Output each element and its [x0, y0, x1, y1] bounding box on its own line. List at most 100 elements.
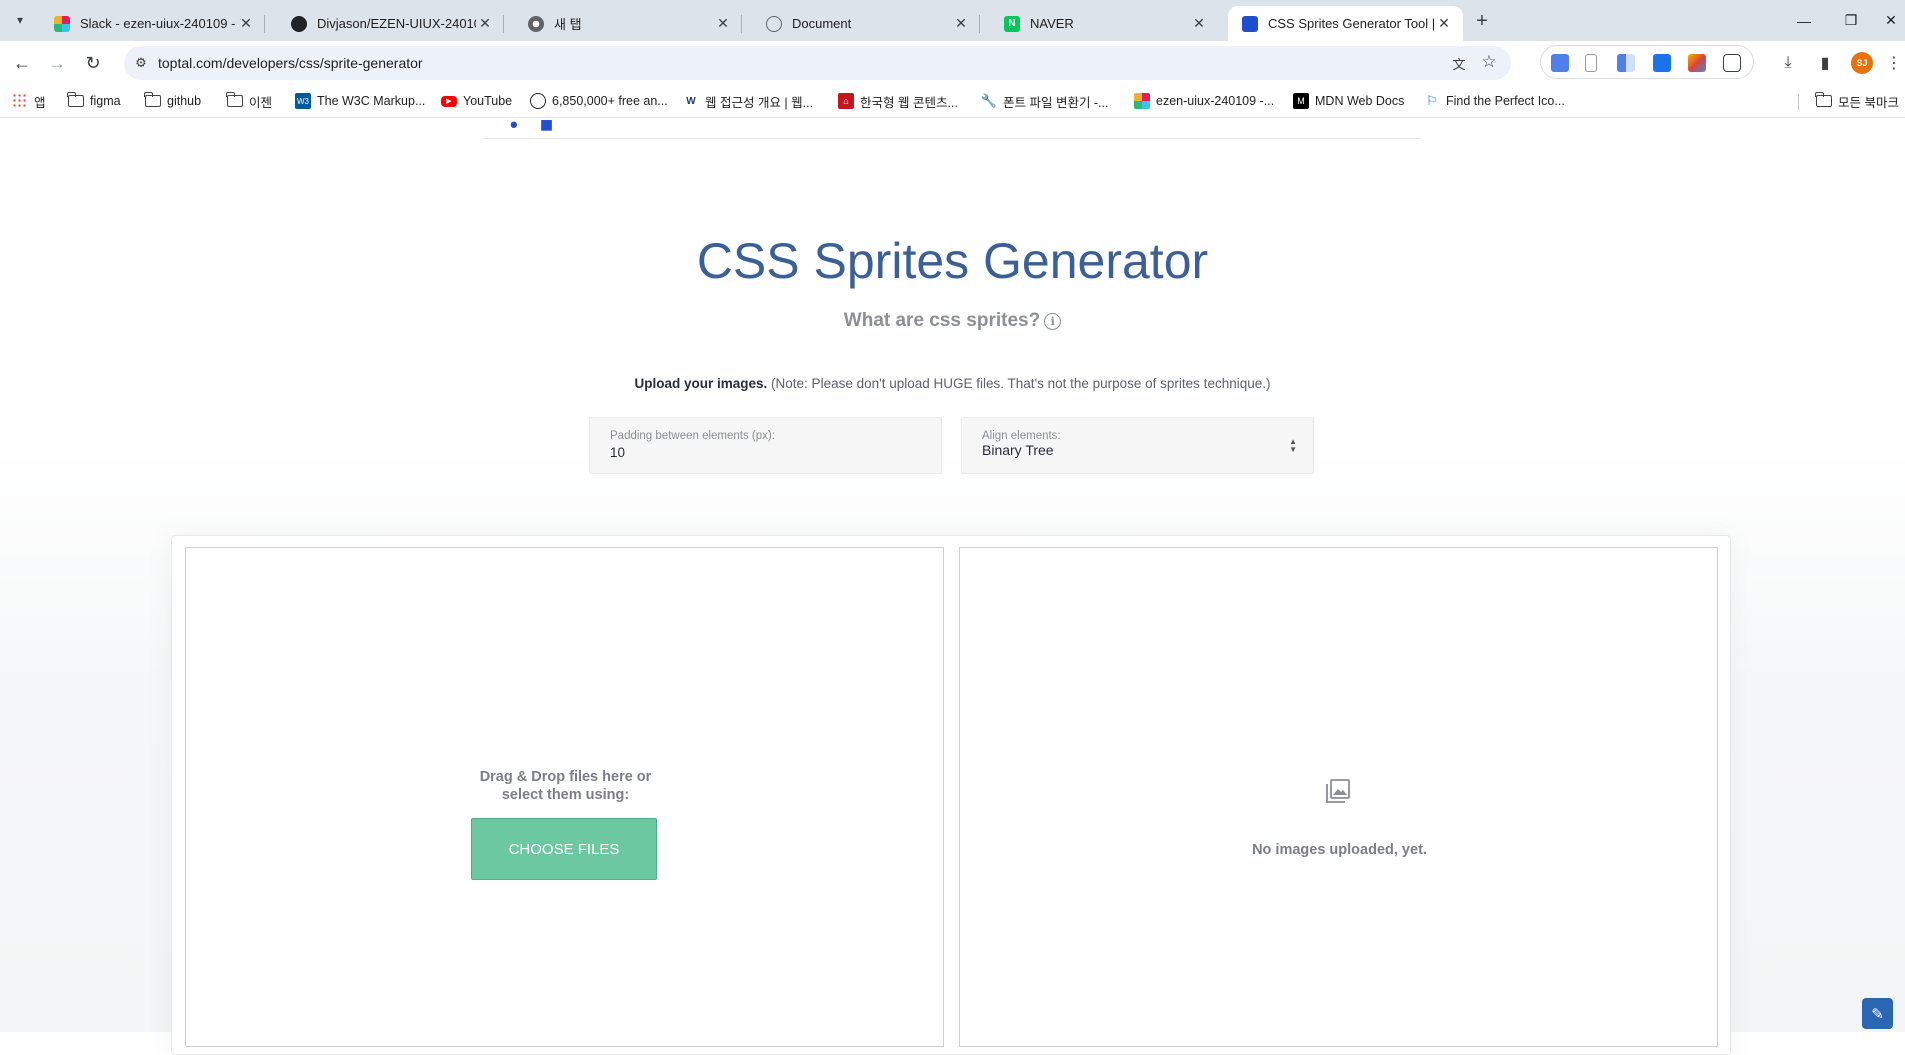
download-icon[interactable]: ⤓	[1776, 51, 1800, 75]
tab-title: CSS Sprites Generator Tool | To	[1268, 16, 1435, 31]
bookmark-flaticon[interactable]: 6,850,000+ free an...	[530, 90, 668, 112]
extension-icon[interactable]	[1688, 54, 1706, 72]
bookmarks-bar: 앱 figma github 이젠 W3 The W3C Markup... ▶…	[0, 85, 1905, 118]
all-bookmarks[interactable]: 모든 북마크	[1815, 90, 1899, 112]
close-icon[interactable]: ✕	[952, 15, 970, 33]
slack-icon	[54, 15, 70, 32]
tab-title: Slack - ezen-uiux-240109 - Wi	[80, 16, 237, 31]
browser-toolbar: ← → ↻ ⚙ toptal.com/developers/css/sprite…	[0, 41, 1905, 85]
translate-icon[interactable]: 文	[1449, 53, 1469, 73]
header-divider	[483, 138, 1420, 139]
extensions-puzzle-icon[interactable]	[1723, 54, 1741, 72]
extension-icon[interactable]	[1617, 54, 1635, 72]
minimize-icon[interactable]: —	[1781, 0, 1827, 41]
bookmark-star-icon[interactable]: ☆	[1479, 52, 1499, 72]
upload-dropzone[interactable]: Drag & Drop files here or select them us…	[185, 547, 944, 1047]
bookmark-label: 6,850,000+ free an...	[552, 94, 668, 108]
upload-note-text: (Note: Please don't upload HUGE files. T…	[767, 376, 1271, 391]
tab-css-sprites-generator[interactable]: CSS Sprites Generator Tool | To ✕	[1228, 6, 1463, 41]
youtube-icon: ▶	[441, 95, 457, 107]
address-bar[interactable]: ⚙ toptal.com/developers/css/sprite-gener…	[124, 46, 1511, 80]
drop-instructions: Drag & Drop files here or select them us…	[186, 768, 945, 804]
kebab-menu-icon[interactable]: ⋮	[1885, 51, 1903, 75]
bookmark-font-converter[interactable]: 🔧 폰트 파일 변환기 -...	[981, 90, 1109, 112]
bookmark-github[interactable]: github	[144, 90, 201, 112]
page-title: CSS Sprites Generator	[696, 233, 1209, 289]
folder-icon	[226, 92, 243, 107]
bookmark-web-accessibility[interactable]: W 웹 접근성 개요 | 웹...	[683, 90, 813, 112]
tab-title: 새 탭	[554, 17, 582, 32]
extensions-group	[1540, 45, 1754, 79]
image-placeholder-icon	[1326, 779, 1350, 803]
info-icon[interactable]: i	[1044, 312, 1062, 330]
close-window-icon[interactable]: ✕	[1868, 0, 1905, 41]
toptal-icon	[1242, 15, 1258, 32]
bookmark-find-icon[interactable]: ⚐ Find the Perfect Ico...	[1424, 90, 1565, 112]
padding-label: Padding between elements (px):	[610, 430, 775, 442]
close-icon[interactable]: ✕	[1190, 15, 1208, 33]
bookmark-label: 앱	[34, 95, 46, 110]
wa-icon: W	[686, 95, 696, 107]
tab-search-chevron-icon[interactable]: ▾	[8, 8, 32, 32]
what-are-sprites-link[interactable]: What are css sprites? i	[0, 310, 1905, 332]
align-selected-value: Binary Tree	[982, 442, 1054, 458]
new-tab-plus-icon[interactable]: +	[1470, 9, 1494, 33]
choose-files-button[interactable]: CHOOSE FILES	[471, 818, 657, 880]
close-icon[interactable]: ✕	[476, 15, 494, 33]
bookmark-ezen[interactable]: 이젠	[226, 90, 273, 112]
close-icon[interactable]: ✕	[237, 15, 255, 33]
mdn-icon: M	[1293, 93, 1309, 109]
subtitle-text: What are css sprites?	[843, 310, 1041, 331]
edit-pen-icon[interactable]: ✎	[1862, 998, 1893, 1029]
select-arrows-icon: ▲ ▼	[1289, 437, 1297, 454]
tab-title: Document	[792, 16, 852, 31]
bookmark-label: figma	[90, 94, 121, 108]
drop-text-line: Drag & Drop files here or	[479, 769, 652, 785]
bookmark-w3c[interactable]: W3 The W3C Markup...	[295, 90, 425, 112]
flaticon-icon	[530, 93, 546, 109]
bookmark-youtube[interactable]: ▶ YouTube	[441, 90, 512, 112]
tab-title: Divjason/EZEN-UIUX-240109	[317, 16, 476, 31]
slack-icon	[1134, 93, 1150, 109]
site-info-icon[interactable]: ⚙	[124, 55, 158, 71]
tab-naver[interactable]: N NAVER ✕	[990, 6, 1218, 41]
bookmark-kwcag[interactable]: ⌂ 한국형 웹 콘텐츠...	[838, 90, 958, 112]
back-arrow-icon[interactable]: ←	[8, 49, 36, 77]
tab-document[interactable]: Document ✕	[752, 6, 980, 41]
close-icon[interactable]: ✕	[714, 15, 732, 33]
naver-icon: N	[1004, 15, 1020, 32]
padding-field[interactable]: Padding between elements (px):	[589, 417, 942, 474]
bookmark-label: Find the Perfect Ico...	[1446, 94, 1565, 108]
w3c-icon: W3	[295, 93, 311, 109]
bookmark-label: 이젠	[249, 95, 273, 110]
padding-input[interactable]	[610, 445, 870, 460]
upload-note: Upload your images. (Note: Please don't …	[0, 376, 1905, 391]
upload-note-bold: Upload your images.	[634, 376, 768, 391]
bookmark-apps[interactable]: 앱	[12, 90, 46, 112]
side-panel-icon[interactable]: ▮	[1813, 51, 1837, 75]
tab-new-tab[interactable]: 새 탭 ✕	[514, 6, 742, 41]
extension-icon[interactable]	[1585, 54, 1597, 72]
extension-icon[interactable]	[1551, 54, 1569, 72]
drop-text-line: select them using:	[501, 787, 630, 803]
profile-avatar[interactable]: SJ	[1851, 52, 1873, 74]
tab-github[interactable]: Divjason/EZEN-UIUX-240109 ✕	[277, 6, 504, 41]
tab-slack[interactable]: Slack - ezen-uiux-240109 - Wi ✕	[40, 6, 265, 41]
forward-arrow-icon[interactable]: →	[43, 49, 71, 77]
github-icon	[291, 15, 307, 32]
apps-grid-icon	[12, 93, 28, 109]
globe-icon	[766, 15, 782, 32]
wrench-icon: 🔧	[980, 93, 998, 108]
bookmark-label: 한국형 웹 콘텐츠...	[860, 95, 958, 110]
reload-icon[interactable]: ↻	[79, 49, 107, 77]
bookmark-figma[interactable]: figma	[67, 90, 121, 112]
close-icon[interactable]: ✕	[1435, 15, 1453, 33]
toptal-logo[interactable]: • ■	[510, 118, 561, 138]
bookmark-mdn[interactable]: M MDN Web Docs	[1293, 90, 1404, 112]
bookmark-label: 모든 북마크	[1838, 95, 1899, 110]
extension-icon[interactable]	[1653, 54, 1671, 72]
folder-icon	[1815, 92, 1832, 107]
bookmark-label: 폰트 파일 변환기 -...	[1003, 95, 1109, 110]
bookmark-slack[interactable]: ezen-uiux-240109 -...	[1134, 90, 1274, 112]
align-select[interactable]: Align elements: Binary Tree ▲ ▼	[961, 417, 1314, 474]
